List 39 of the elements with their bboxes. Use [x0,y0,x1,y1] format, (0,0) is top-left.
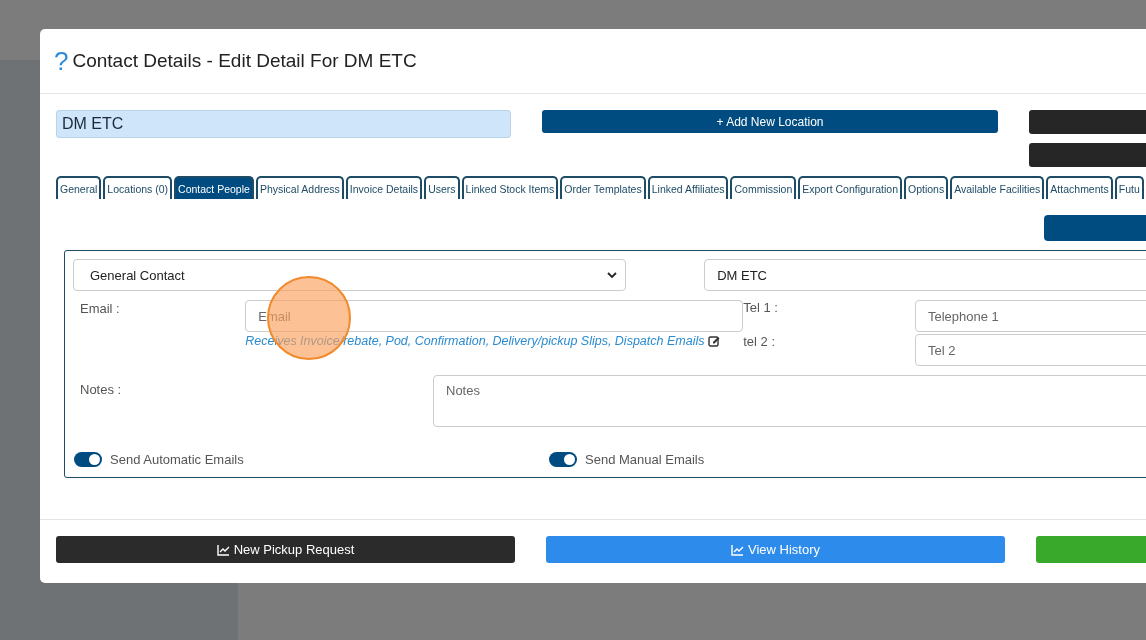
field-label: Notes : [79,381,123,397]
contact-name-field[interactable]: DM ETC [704,259,1146,291]
chart-icon [216,543,230,556]
footer-button[interactable]: New Pickup Request [56,536,515,563]
chart-icon [731,543,744,556]
tab[interactable]: Locations (0) [103,176,173,199]
add-location-button[interactable]: + Add New Location [542,110,998,133]
tab[interactable]: Contact People [174,176,254,199]
tab[interactable]: Linked Affiliates [647,176,729,199]
toggle-switch[interactable] [549,452,577,467]
telephone-field[interactable]: Tel 2 [915,334,1146,366]
help-mark[interactable]: ? [54,45,69,77]
tab[interactable]: Physical Address [255,176,344,199]
tab[interactable]: Users [424,176,460,199]
toggle-label: Send Manual Emails [585,452,705,467]
toggle-switch[interactable] [74,452,102,467]
field-label: Email : [79,300,121,316]
contact-type-select[interactable]: General Contact [73,259,627,291]
edit-icon [708,335,721,347]
tab[interactable]: Attachments [1046,176,1113,199]
tab[interactable]: Linked Stock Items [461,176,559,199]
tab[interactable]: Available Facilities [950,176,1045,199]
field-label: tel 2 : [743,334,777,349]
tab[interactable]: Commission [730,176,797,199]
tab[interactable]: Export Configuration [798,176,902,199]
dialog-title: Contact Details - Edit Detail For DM ETC [72,50,417,72]
toggle-label: Send Automatic Emails [110,452,244,467]
dark-button[interactable] [1029,143,1146,167]
field-label: Tel 1 : [743,300,779,317]
dark-button[interactable] [1029,110,1146,134]
tab[interactable]: Order Templates [560,176,646,199]
notes-field[interactable]: Notes [433,375,1146,427]
tab[interactable]: Invoice Details [345,176,423,199]
tab[interactable]: Options [904,176,949,199]
telephone-field[interactable]: Telephone 1 [915,300,1146,332]
tab[interactable]: Futu [1114,176,1144,199]
name-field[interactable]: DM ETC [56,110,511,138]
tab[interactable]: General [56,176,102,199]
chevron-down-icon [607,271,618,279]
